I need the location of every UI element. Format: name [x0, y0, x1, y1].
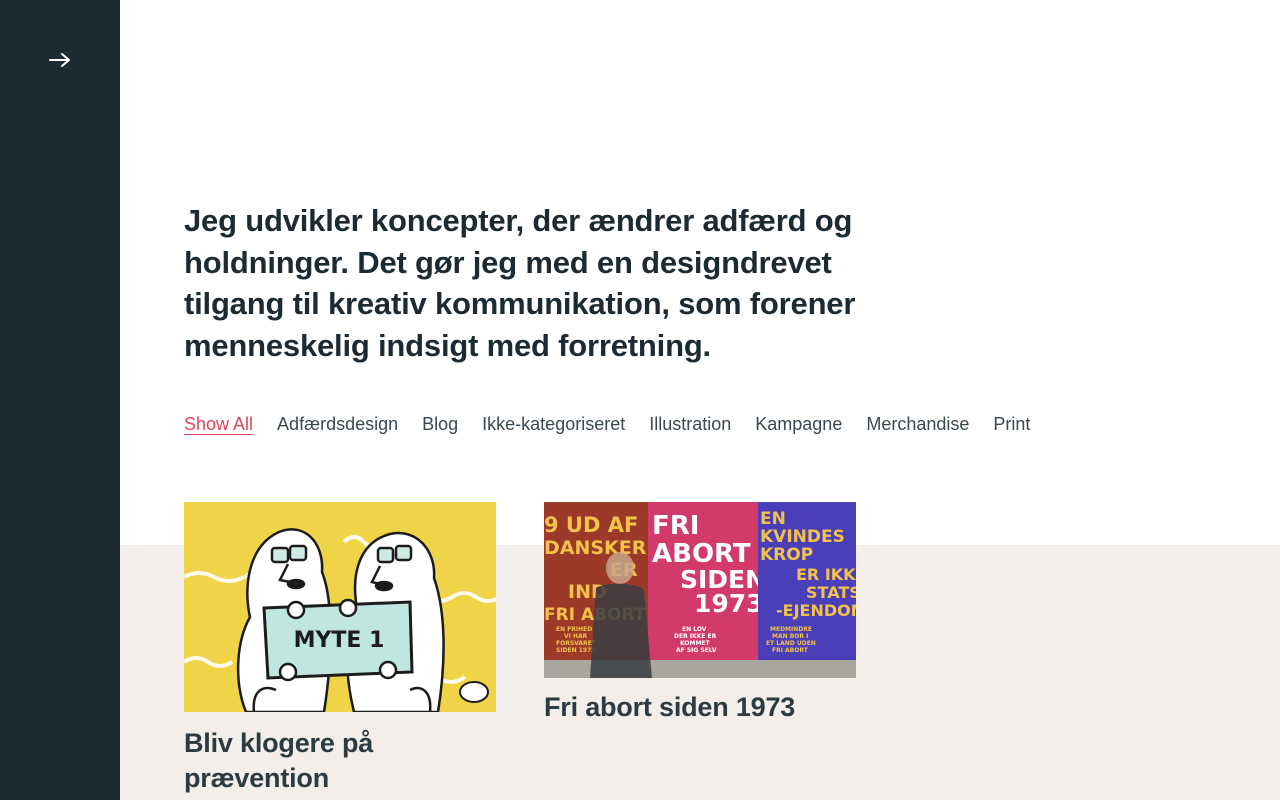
filter-print[interactable]: Print	[993, 412, 1030, 436]
poster-subline: KOMMET	[680, 640, 711, 647]
poster-subline: FRI ABORT	[772, 647, 809, 654]
sign-text: MYTE 1	[294, 628, 385, 653]
poster-subline: DER IKKE ER	[674, 633, 717, 640]
poster-subline: SIDEN 1973	[556, 647, 595, 654]
filter-blog[interactable]: Blog	[422, 412, 458, 436]
project-card[interactable]: MYTE 1 Bliv klogere på prævention	[184, 502, 496, 796]
poster-subline: EN LOV	[682, 626, 707, 633]
filter-show-all[interactable]: Show All	[184, 412, 253, 436]
poster-headline-line: 1973	[694, 589, 764, 618]
intro-statement: Jeg udvikler koncepter, der ændrer adfær…	[184, 203, 856, 363]
poster-headline-line: DANSKERE	[544, 537, 659, 559]
filter-adfaerdsdesign[interactable]: Adfærdsdesign	[277, 412, 398, 436]
poster-headline-line: -EJENDOM	[776, 601, 856, 620]
poster-subline: FORSVARET	[556, 640, 597, 647]
sidebar	[0, 0, 120, 800]
menu-toggle-button[interactable]	[44, 44, 76, 76]
poster-subline: EN FRIHED	[556, 626, 592, 633]
project-title[interactable]: Bliv klogere på prævention	[184, 726, 496, 796]
poster-subline: VI HAR	[564, 633, 588, 640]
project-thumbnail-photo[interactable]: 9 UD AF 10 DANSKERE ER IND FRI ABORT EN …	[544, 502, 856, 678]
poster-headline-line: FRI	[652, 511, 699, 541]
poster-headline-line: KVINDES	[760, 527, 845, 547]
filter-ikke-kategoriseret[interactable]: Ikke-kategoriseret	[482, 412, 625, 436]
poster-headline-line: KROP	[760, 545, 813, 565]
project-card[interactable]: 9 UD AF 10 DANSKERE ER IND FRI ABORT EN …	[544, 502, 856, 725]
arrow-right-icon	[49, 53, 70, 67]
filter-merchandise[interactable]: Merchandise	[866, 412, 969, 436]
filter-illustration[interactable]: Illustration	[649, 412, 731, 436]
poster-headline-line: STATS	[806, 583, 856, 602]
poster-subline: MEDMINDRE	[770, 626, 812, 633]
project-thumbnail-illustration[interactable]: MYTE 1	[184, 502, 496, 712]
poster-subline: MAN BOR I	[772, 633, 808, 640]
category-filter-nav: Show All Adfærdsdesign Blog Ikke-kategor…	[184, 412, 1030, 436]
filter-kampagne[interactable]: Kampagne	[755, 412, 842, 436]
poster-subline: ET LAND UDEN	[766, 640, 816, 647]
project-title[interactable]: Fri abort siden 1973	[544, 690, 856, 725]
poster-headline-line: EN	[760, 509, 786, 529]
poster-subline: AF SIG SELV	[676, 647, 717, 654]
poster-headline-line: ER IKKE	[796, 565, 856, 584]
